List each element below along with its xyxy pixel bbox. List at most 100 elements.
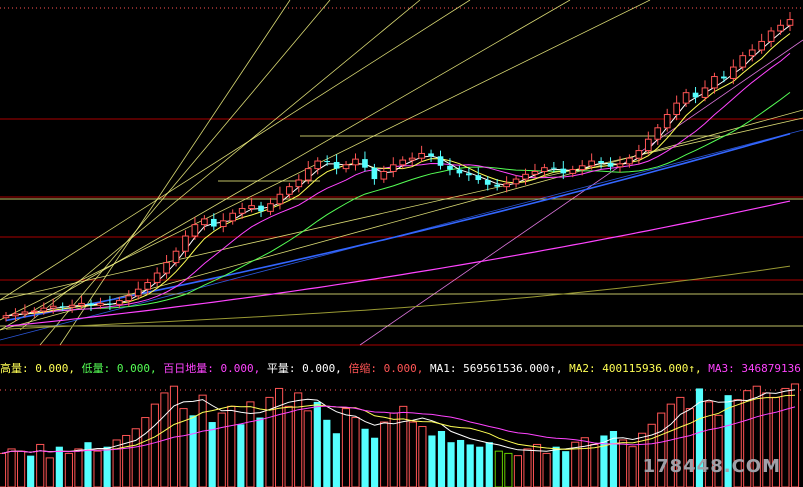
candle-body	[201, 218, 208, 226]
volume-bar	[93, 450, 102, 487]
candle-body	[748, 49, 756, 57]
volume-bar	[103, 446, 111, 487]
candle-body	[437, 156, 444, 166]
candle-body	[144, 282, 152, 290]
volume-ma1-line	[1, 389, 796, 454]
ma5-line	[5, 33, 791, 317]
volume-bar	[55, 446, 63, 487]
volume-bar	[141, 417, 150, 487]
candle-body	[40, 307, 48, 312]
volume-bar	[64, 452, 73, 487]
legend-item: MA2: 400115936.000↑,	[569, 362, 709, 375]
candle-body	[522, 173, 529, 180]
legend-item: 百日地量: 0.000,	[163, 362, 267, 375]
candle-body	[560, 168, 567, 174]
volume-bar	[227, 405, 236, 487]
candle-body	[163, 262, 170, 274]
volume-bar	[198, 394, 207, 487]
volume-bar	[552, 446, 560, 487]
candle-body	[475, 175, 482, 181]
watermark: 178448.COM	[642, 456, 781, 477]
volume-ma3-line	[1, 405, 796, 454]
volume-bar	[341, 408, 351, 487]
candle-body	[2, 315, 10, 319]
trend-line	[0, 0, 651, 321]
candle-body	[68, 304, 76, 308]
volume-bar	[323, 419, 331, 487]
candle-body	[12, 313, 19, 317]
candle-body	[494, 184, 501, 187]
candle-body	[210, 218, 217, 227]
candle-body	[418, 152, 425, 159]
trend-line	[0, 0, 471, 301]
legend-item: 倍缩: 0.000,	[348, 362, 431, 375]
candle-body	[21, 311, 29, 315]
volume-bar	[408, 421, 417, 487]
candle-body	[551, 167, 557, 169]
candle-body	[447, 165, 453, 170]
candle-body	[644, 138, 652, 152]
candle-body	[97, 302, 104, 306]
volume-bar	[150, 403, 159, 487]
legend-item: MA3: 346879136.000↓	[708, 362, 803, 375]
volume-bar	[332, 433, 340, 487]
volume-bar	[27, 455, 35, 487]
candle-body	[88, 303, 94, 306]
volume-bar	[256, 417, 264, 487]
candle-body	[729, 66, 737, 79]
trend-line	[359, 39, 803, 346]
candle-body	[258, 205, 264, 212]
candle-body	[512, 178, 520, 185]
candle-body	[456, 169, 463, 174]
legend-item: MA1: 569561536.000↑,	[430, 362, 570, 375]
volume-bar	[466, 444, 474, 487]
candle-body	[267, 203, 274, 212]
candle-body	[777, 24, 784, 32]
volume-bar	[131, 428, 140, 487]
volume-bar	[74, 448, 83, 487]
volume-bar	[457, 439, 465, 487]
candle-body	[399, 159, 407, 166]
candle-body	[692, 92, 699, 98]
volume-bar	[351, 417, 360, 487]
candle-body	[324, 161, 330, 163]
trend-line	[39, 0, 331, 346]
candle-body	[314, 160, 322, 170]
candle-body	[248, 205, 255, 209]
volume-bar	[7, 448, 16, 487]
volume-bar	[418, 426, 427, 487]
trend-line	[0, 109, 803, 331]
candle-body	[503, 183, 510, 188]
candle-body	[304, 168, 312, 181]
volume-bar	[380, 421, 389, 487]
candle-body	[276, 193, 284, 205]
volume-bar	[208, 422, 216, 487]
candle-body	[569, 169, 577, 174]
candle-body	[578, 165, 586, 171]
volume-bar	[189, 415, 197, 487]
candle-body	[408, 157, 416, 161]
volume-bar	[504, 452, 513, 487]
candle-body	[607, 162, 614, 167]
volume-bar	[781, 387, 790, 487]
candle-body	[466, 173, 472, 176]
candle-body	[286, 186, 293, 195]
legend-item: 低量: 0.000,	[81, 362, 164, 375]
volume-bar	[265, 396, 274, 487]
volume-bar	[84, 442, 92, 487]
trend-line	[59, 0, 291, 346]
stock-chart	[0, 0, 803, 487]
candle-body	[758, 40, 765, 51]
volume-bar	[437, 431, 446, 487]
candle-body	[484, 180, 491, 185]
candle-body	[191, 224, 199, 237]
candle-body	[219, 220, 227, 228]
volume-bar	[371, 437, 379, 487]
volume-bar	[361, 428, 369, 487]
volume-bar	[246, 401, 255, 487]
candle-body	[673, 102, 680, 116]
volume-bar	[428, 435, 436, 487]
volume-bar	[580, 437, 589, 487]
candle-body	[711, 76, 718, 89]
candle-body	[333, 161, 340, 169]
